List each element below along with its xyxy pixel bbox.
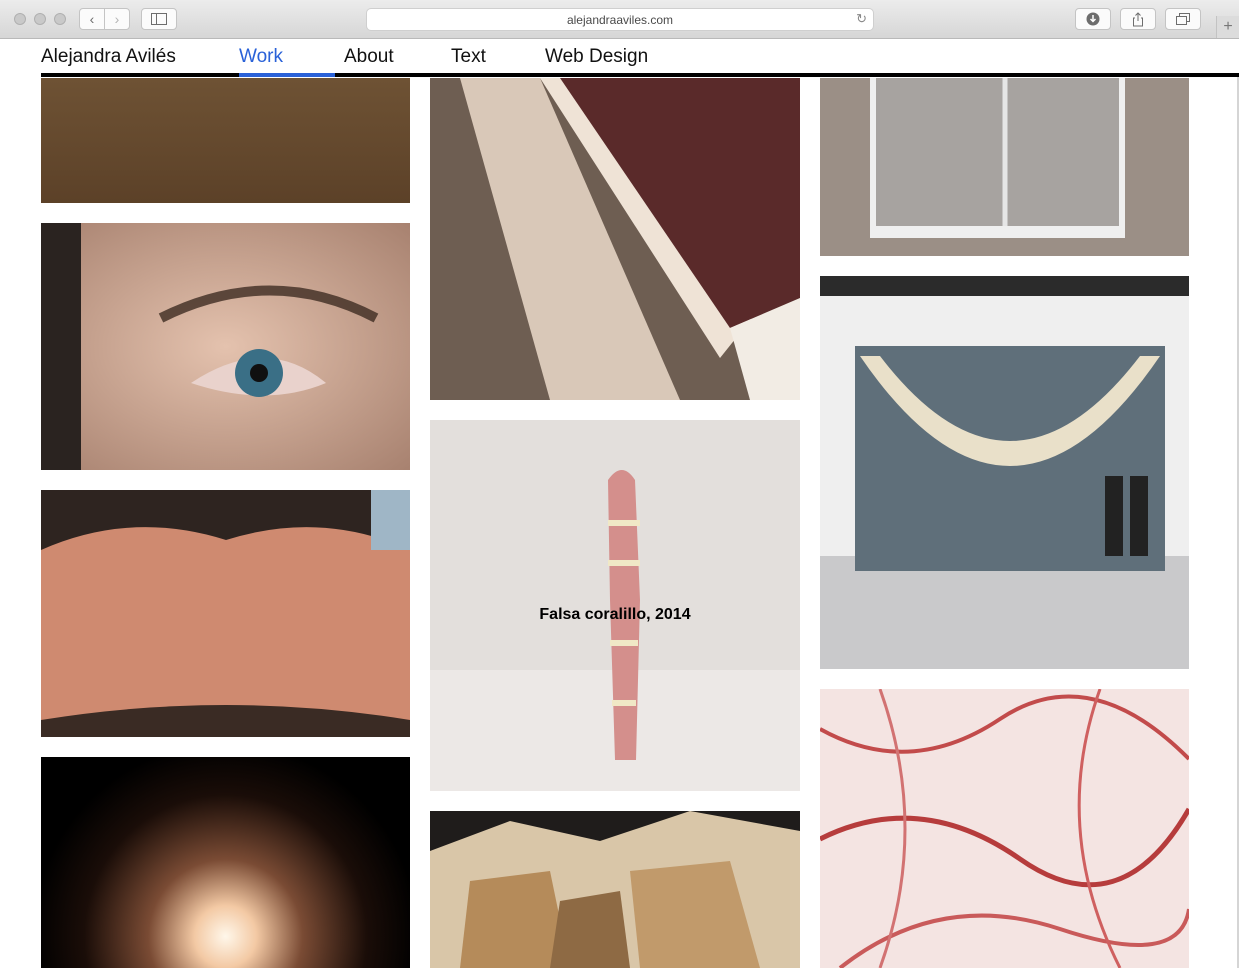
fabric-installation-photo — [820, 276, 1189, 669]
nav-divider — [41, 73, 1239, 77]
zoom-window-button[interactable] — [54, 13, 66, 25]
sidebar-icon — [151, 13, 167, 25]
gallery-thumb-forehead[interactable] — [41, 490, 410, 737]
sidebar-button[interactable] — [141, 8, 177, 30]
download-button[interactable] — [1075, 8, 1111, 30]
forehead-photo — [41, 490, 410, 737]
window-photo — [820, 78, 1189, 256]
address-bar[interactable]: alejandraaviles.com ↻ — [366, 8, 874, 31]
back-icon: ‹ — [89, 11, 95, 27]
share-icon — [1133, 11, 1143, 26]
gallery-thumb-brown-wall[interactable] — [41, 78, 410, 203]
site-title-link[interactable]: Alejandra Avilés — [41, 46, 176, 68]
red-threads-photo — [820, 689, 1189, 968]
tabs-icon — [1176, 13, 1190, 25]
forward-button[interactable]: › — [104, 8, 130, 30]
new-tab-button[interactable]: + — [1216, 16, 1239, 38]
gallery-thumb-crumpled-frames[interactable] — [430, 811, 800, 968]
nav-active-indicator — [239, 73, 335, 77]
minimize-window-button[interactable] — [34, 13, 46, 25]
frames-photo — [430, 811, 800, 968]
new-tab-icon: + — [1223, 18, 1233, 35]
cloth-photo — [430, 78, 800, 400]
back-button[interactable]: ‹ — [79, 8, 105, 30]
nav-item-text[interactable]: Text — [451, 46, 486, 68]
reload-icon[interactable]: ↻ — [856, 11, 867, 27]
nav-item-work[interactable]: Work — [239, 46, 283, 68]
close-window-button[interactable] — [14, 13, 26, 25]
thumb-caption: Falsa coralillo, 2014 — [539, 606, 691, 623]
browser-toolbar: ‹ › alejandraaviles.com ↻ + — [0, 0, 1239, 39]
gallery-thumb-red-threads[interactable] — [820, 689, 1189, 968]
nav-item-web-design[interactable]: Web Design — [545, 46, 648, 68]
nav-item-about[interactable]: About — [344, 46, 394, 68]
gallery-thumb-falsa-coralillo[interactable]: Falsa coralillo, 2014 — [430, 420, 800, 791]
eye-photo — [41, 223, 410, 470]
tabs-button[interactable] — [1165, 8, 1201, 30]
gallery-thumb-hanging-fabric[interactable] — [820, 276, 1189, 669]
share-button[interactable] — [1120, 8, 1156, 30]
url-text: alejandraaviles.com — [566, 13, 674, 27]
gallery-thumb-embroidered-cloth[interactable] — [430, 78, 800, 400]
gallery-thumb-eye[interactable] — [41, 223, 410, 470]
download-icon — [1086, 12, 1100, 26]
gallery-thumb-window[interactable] — [820, 78, 1189, 256]
gallery-thumb-light-night[interactable] — [41, 757, 410, 968]
forward-icon: › — [114, 11, 120, 27]
